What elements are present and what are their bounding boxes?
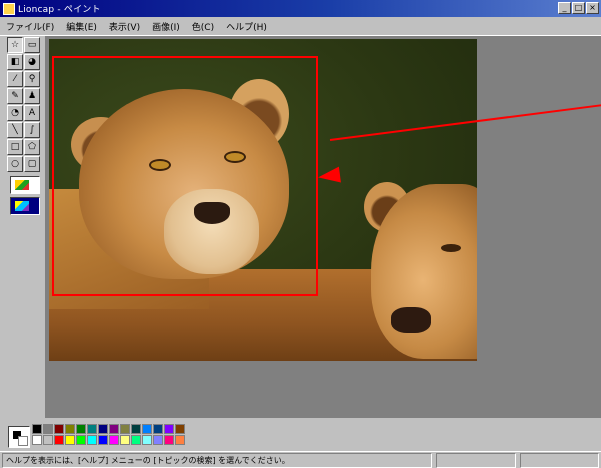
close-button[interactable]: × — [586, 2, 599, 14]
status-coordinates — [436, 453, 516, 468]
window-title: Lioncap - ペイント — [18, 5, 101, 15]
color-palette — [0, 418, 601, 451]
palette-swatch[interactable] — [109, 424, 119, 434]
palette-swatch[interactable] — [109, 435, 119, 445]
background-color[interactable] — [18, 436, 28, 446]
second-lion-eye — [441, 244, 461, 252]
tool-box: ☆ ▭ ◧ ◕ ⁄ ⚲ ✎ ♟ ◔ A ╲ ∫ □ ⬠ ○ ▢ — [6, 36, 44, 220]
rounded-rect-icon[interactable]: ▢ — [24, 156, 40, 172]
menu-edit[interactable]: 編集(E) — [66, 20, 97, 33]
palette-swatch[interactable] — [142, 424, 152, 434]
palette-swatch[interactable] — [32, 435, 42, 445]
palette-swatch[interactable] — [43, 424, 53, 434]
annotation-arrow-head-icon — [317, 166, 341, 186]
opaque-mode-icon — [15, 180, 29, 190]
palette-swatch[interactable] — [98, 424, 108, 434]
highlight-rectangle — [52, 56, 318, 296]
palette-swatch[interactable] — [65, 424, 75, 434]
palette-swatch[interactable] — [87, 424, 97, 434]
magnifier-icon[interactable]: ⚲ — [24, 71, 40, 87]
menu-help[interactable]: ヘルプ(H) — [226, 20, 267, 33]
title-bar[interactable]: Lioncap - ペイント _ □ × — [0, 0, 601, 17]
tool-grid: ☆ ▭ ◧ ◕ ⁄ ⚲ ✎ ♟ ◔ A ╲ ∫ □ ⬠ ○ ▢ — [6, 36, 44, 173]
menu-colors[interactable]: 色(C) — [192, 20, 214, 33]
paint-app-icon[interactable] — [3, 2, 15, 15]
palette-swatch[interactable] — [65, 435, 75, 445]
line-icon[interactable]: ╲ — [7, 122, 23, 138]
pencil-icon[interactable]: ✎ — [7, 88, 23, 104]
maximize-button[interactable]: □ — [572, 2, 585, 14]
palette-swatch[interactable] — [87, 435, 97, 445]
tool-option-opaque[interactable] — [10, 176, 40, 194]
tool-option-transparent[interactable] — [10, 197, 40, 215]
palette-swatch[interactable] — [175, 435, 185, 445]
brush-icon[interactable]: ♟ — [24, 88, 40, 104]
current-colors[interactable] — [8, 426, 30, 448]
ellipse-icon[interactable]: ○ — [7, 156, 23, 172]
palette-swatch[interactable] — [32, 424, 42, 434]
palette-swatch[interactable] — [120, 424, 130, 434]
palette-swatch[interactable] — [76, 424, 86, 434]
color-picker-icon[interactable]: ⁄ — [7, 71, 23, 87]
rect-select-icon[interactable]: ▭ — [24, 37, 40, 53]
eraser-icon[interactable]: ◧ — [7, 54, 23, 70]
menu-file[interactable]: ファイル(F) — [6, 20, 54, 33]
palette-swatch[interactable] — [54, 424, 64, 434]
palette-swatch[interactable] — [43, 435, 53, 445]
fill-icon[interactable]: ◕ — [24, 54, 40, 70]
rectangle-icon[interactable]: □ — [7, 139, 23, 155]
palette-swatch[interactable] — [142, 435, 152, 445]
palette-swatch[interactable] — [153, 435, 163, 445]
free-select-icon[interactable]: ☆ — [7, 37, 23, 53]
palette-swatch[interactable] — [131, 424, 141, 434]
color-swatches — [32, 424, 185, 445]
palette-swatch[interactable] — [175, 424, 185, 434]
palette-swatch[interactable] — [98, 435, 108, 445]
text-icon[interactable]: A — [24, 105, 40, 121]
palette-swatch[interactable] — [54, 435, 64, 445]
airbrush-icon[interactable]: ◔ — [7, 105, 23, 121]
second-lion-nose — [391, 307, 431, 333]
palette-swatch[interactable] — [164, 424, 174, 434]
menu-image[interactable]: 画像(I) — [152, 20, 180, 33]
palette-swatch[interactable] — [164, 435, 174, 445]
menu-view[interactable]: 表示(V) — [109, 20, 140, 33]
menu-bar: ファイル(F) 編集(E) 表示(V) 画像(I) 色(C) ヘルプ(H) — [0, 17, 601, 36]
palette-swatch[interactable] — [153, 424, 163, 434]
status-help-text: ヘルプを表示には、[ヘルプ] メニューの [トピックの検索] を選んでください。 — [2, 453, 432, 468]
palette-swatch[interactable] — [76, 435, 86, 445]
status-bar: ヘルプを表示には、[ヘルプ] メニューの [トピックの検索] を選んでください。 — [0, 451, 601, 468]
window-controls: _ □ × — [558, 2, 599, 14]
status-size — [519, 453, 599, 468]
minimize-button[interactable]: _ — [558, 2, 571, 14]
polygon-icon[interactable]: ⬠ — [24, 139, 40, 155]
palette-swatch[interactable] — [120, 435, 130, 445]
transparent-mode-icon — [15, 201, 29, 211]
palette-swatch[interactable] — [131, 435, 141, 445]
curve-icon[interactable]: ∫ — [24, 122, 40, 138]
